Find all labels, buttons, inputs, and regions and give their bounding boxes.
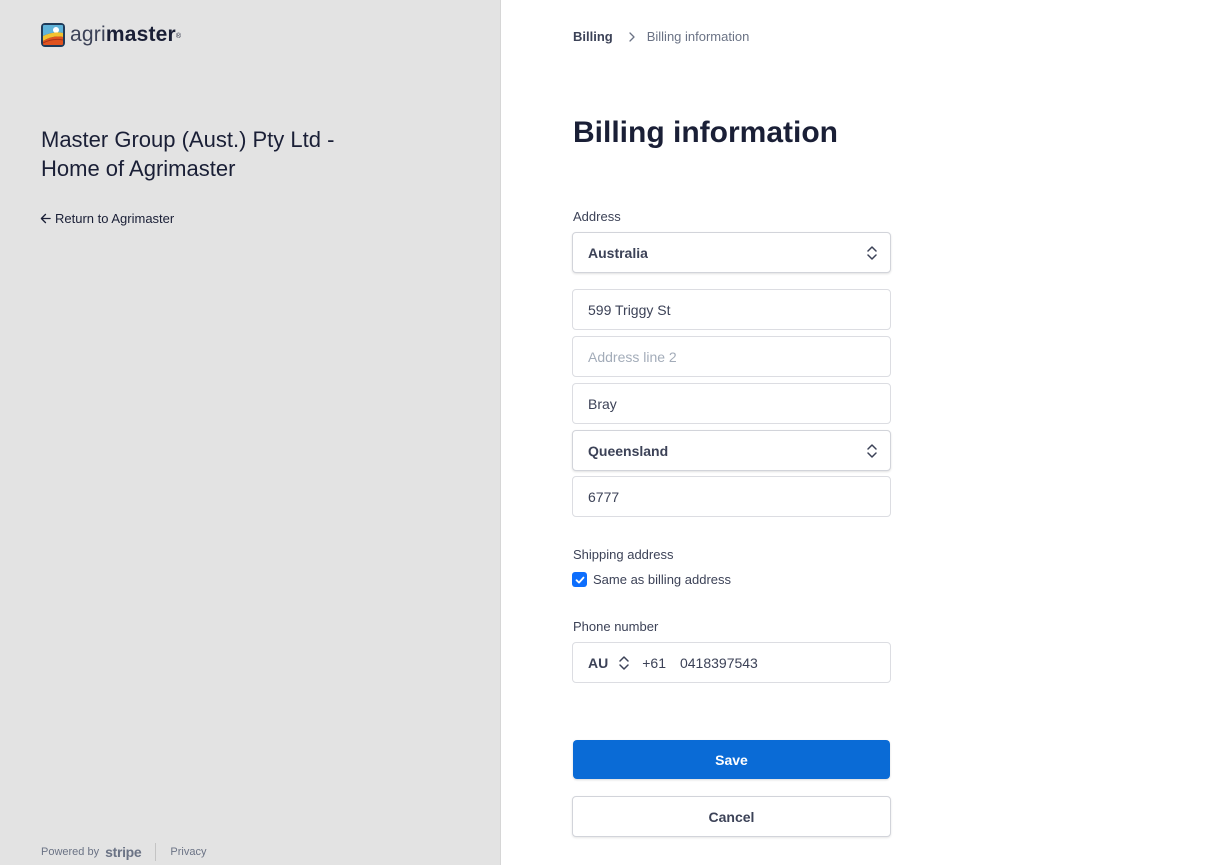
country-select[interactable]: Australia	[572, 232, 891, 273]
select-updown-icon[interactable]	[618, 655, 630, 671]
select-updown-icon	[867, 444, 877, 458]
footer: Powered by stripe Privacy	[41, 843, 206, 861]
city-value: Bray	[588, 395, 617, 412]
city-input[interactable]: Bray	[572, 383, 891, 424]
address-line1-value: 599 Triggy St	[588, 301, 671, 318]
chevron-right-icon	[629, 31, 635, 42]
company-name: Master Group (Aust.) Pty Ltd - Home of A…	[41, 127, 335, 181]
checkmark-icon	[575, 576, 584, 583]
arrow-left-icon	[40, 213, 51, 224]
return-link-label: Return to Agrimaster	[55, 211, 175, 226]
agrimaster-logo[interactable]: agrimaster®	[40, 22, 181, 48]
address-line2-placeholder: Address line 2	[588, 348, 677, 365]
address-line2-input[interactable]: Address line 2	[572, 336, 891, 377]
stripe-logo[interactable]: stripe	[105, 844, 142, 860]
phone-dial-code: +61	[642, 654, 666, 671]
breadcrumb-current: Billing information	[646, 29, 750, 44]
state-select[interactable]: Queensland	[572, 430, 891, 471]
cancel-button[interactable]: Cancel	[572, 796, 891, 837]
breadcrumb-billing[interactable]: Billing	[573, 29, 613, 44]
select-updown-icon	[867, 246, 877, 260]
powered-by-label: Powered by	[41, 846, 100, 858]
phone-country-code[interactable]: AU	[588, 655, 608, 671]
shipping-address-label: Shipping address	[573, 547, 674, 562]
same-as-billing-label: Same as billing address	[593, 572, 732, 587]
address-line1-input[interactable]: 599 Triggy St	[572, 289, 891, 330]
footer-divider	[155, 843, 157, 861]
address-label: Address	[573, 209, 621, 224]
agrimaster-logo-icon	[41, 23, 65, 47]
same-as-billing-checkbox[interactable]	[572, 572, 587, 587]
postcode-input[interactable]: 6777	[572, 476, 891, 517]
agrimaster-wordmark: agrimaster®	[70, 23, 182, 46]
postcode-value: 6777	[588, 488, 620, 505]
left-panel: agrimaster® Master Group (Aust.) Pty Ltd…	[0, 0, 501, 865]
same-as-billing-row[interactable]: Same as billing address	[572, 572, 731, 587]
country-value: Australia	[588, 244, 648, 261]
save-button[interactable]: Save	[573, 740, 890, 779]
breadcrumb: Billing Billing information	[573, 29, 749, 44]
phone-number-value: 0418397543	[679, 654, 758, 671]
page-title: Billing information	[573, 116, 838, 149]
phone-input[interactable]: AU +61 0418397543	[572, 642, 891, 683]
phone-number-label: Phone number	[573, 619, 659, 634]
return-link[interactable]: Return to Agrimaster	[40, 211, 174, 226]
privacy-link[interactable]: Privacy	[170, 846, 206, 858]
state-value: Queensland	[588, 442, 669, 459]
